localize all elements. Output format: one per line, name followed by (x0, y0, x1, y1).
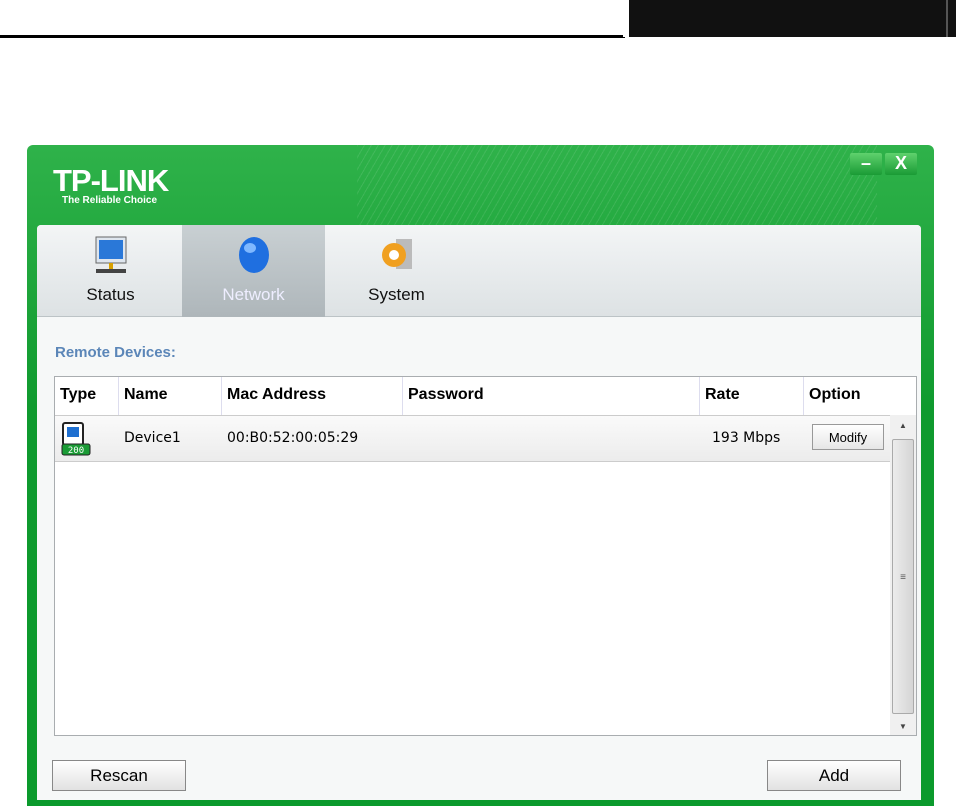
column-header-name[interactable]: Name (119, 377, 222, 415)
device-name: Device1 (124, 430, 181, 446)
device-200-icon: 200 (61, 422, 91, 456)
device-rate: 193 Mbps (712, 430, 781, 446)
main-panel: Status Network System Remote Devices: Ty… (37, 225, 921, 800)
tab-system-label: System (368, 285, 425, 304)
gear-icon (381, 239, 412, 269)
svg-text:200: 200 (68, 446, 84, 456)
remote-devices-table: Type Name Mac Address Password Rate Opti… (54, 376, 917, 736)
column-header-password[interactable]: Password (403, 377, 700, 415)
column-header-type[interactable]: Type (55, 377, 119, 415)
table-row[interactable]: 200 Device1 00:B0:52:00:05:29 193 Mbps M… (55, 415, 891, 462)
column-header-mac[interactable]: Mac Address (222, 377, 403, 415)
tab-status[interactable]: Status (39, 225, 182, 317)
modify-button[interactable]: Modify (812, 424, 884, 450)
device-mac: 00:B0:52:00:05:29 (227, 430, 359, 446)
tab-status-label: Status (86, 285, 135, 304)
monitor-icon (95, 236, 126, 273)
globe-icon (238, 237, 269, 273)
column-header-rate[interactable]: Rate (700, 377, 804, 415)
tp-link-logo: TP-LINK (53, 163, 169, 198)
tab-network[interactable]: Network (182, 225, 325, 317)
close-button[interactable]: X (885, 153, 917, 175)
scroll-down-arrow[interactable]: ▼ (890, 722, 916, 731)
minimize-button[interactable]: – (850, 153, 882, 175)
tagline: The Reliable Choice (62, 195, 158, 206)
scrollbar-thumb[interactable]: ≡ (892, 439, 914, 714)
tab-network-label: Network (222, 285, 285, 304)
add-button[interactable]: Add (767, 760, 901, 791)
document-rule (0, 35, 625, 38)
rescan-button[interactable]: Rescan (52, 760, 186, 791)
tp-link-utility-window: TP-LINK The Reliable Choice – X Status N… (27, 145, 934, 806)
scroll-up-arrow[interactable]: ▲ (890, 421, 916, 430)
vertical-scrollbar[interactable]: ▲ ≡ ▼ (890, 415, 916, 735)
tab-system[interactable]: System (325, 225, 468, 317)
tab-bar: Status Network System (37, 225, 921, 317)
header-wave-decoration (357, 145, 877, 225)
column-header-option[interactable]: Option (804, 377, 916, 415)
section-title: Remote Devices: (55, 344, 176, 361)
document-header-block (623, 0, 956, 37)
